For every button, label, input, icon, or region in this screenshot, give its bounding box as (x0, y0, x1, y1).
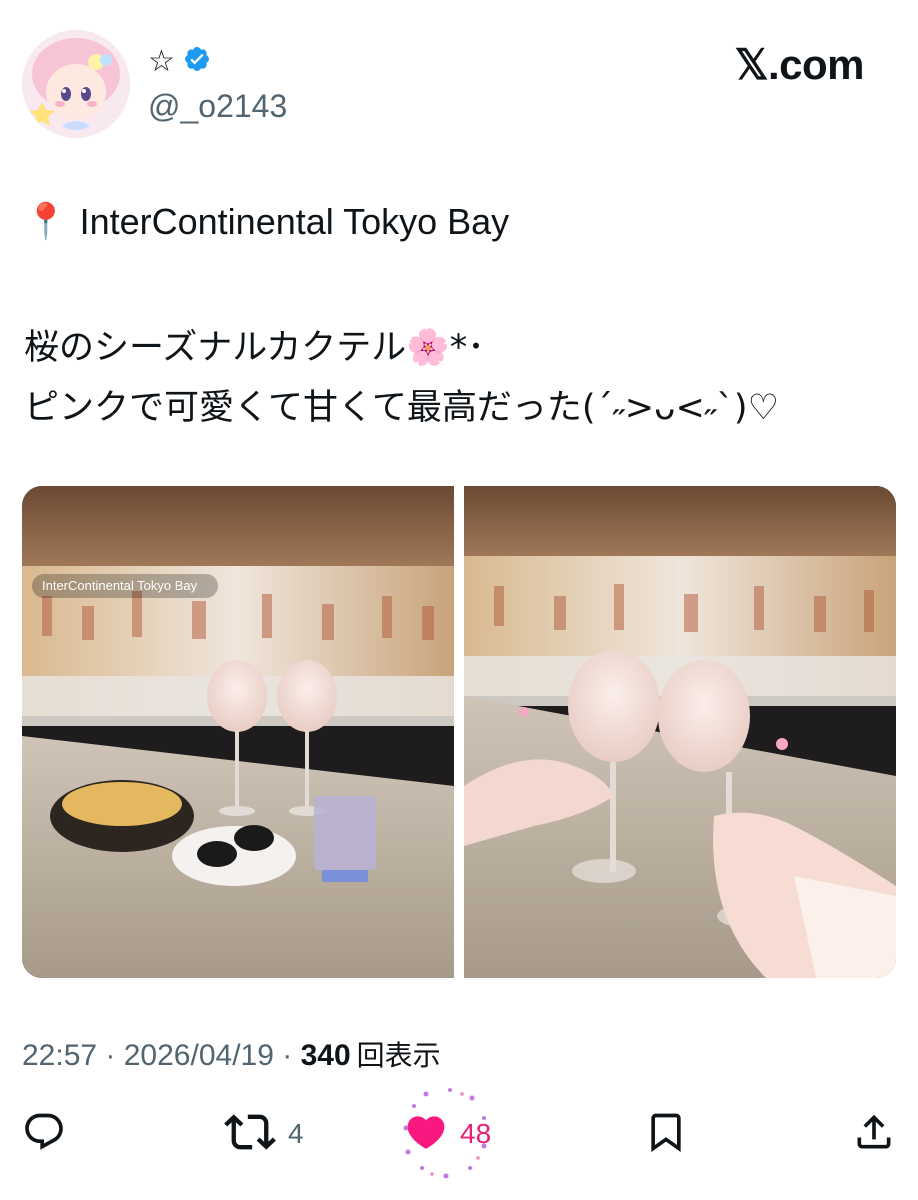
like-count: 48 (460, 1118, 492, 1149)
views-label: 回表示 (356, 1039, 441, 1072)
post-time[interactable]: 22:57 (22, 1039, 97, 1073)
post-text-line2: ピンクで可愛くて甘くて最高だった(ˊ˶>ᴗ<˶ˋ)♡ (24, 388, 779, 428)
views-count: 340 (300, 1039, 351, 1072)
post-location-line: 📍 InterContinental Tokyo Bay (24, 200, 884, 244)
photo-location-label: InterContinental Tokyo Bay (42, 578, 198, 593)
share-icon (852, 1110, 896, 1159)
photo-cocktail-toast[interactable] (464, 486, 896, 978)
bookmark-icon (644, 1110, 688, 1159)
share-button[interactable] (852, 1108, 896, 1160)
pushpin-icon: 📍 (24, 202, 68, 242)
retweet-icon (224, 1106, 276, 1163)
post-text-line1: 桜のシーズナルカクテル 🌸 *･ (24, 326, 884, 370)
meta-separator-1: · (97, 1039, 124, 1072)
heart-icon (404, 1110, 448, 1159)
reply-button[interactable] (22, 1108, 66, 1160)
photo-cocktails-with-fries[interactable]: InterContinental Tokyo Bay (22, 486, 454, 978)
bookmark-button[interactable] (644, 1108, 688, 1160)
avatar-illustration (22, 30, 130, 138)
post-meta: 22:57 · 2026/04/19 · 340 回表示 (22, 1034, 441, 1074)
display-name[interactable]: ☆ (148, 44, 211, 78)
x-logo[interactable]: 𝕏.com (735, 40, 865, 89)
like-button[interactable]: 48 (403, 1088, 492, 1179)
post-date[interactable]: 2026/04/19 (124, 1039, 274, 1073)
location-text: InterContinental Tokyo Bay (79, 201, 510, 242)
post-text-line1-text: 桜のシーズナルカクテル (24, 328, 407, 368)
post-text-line1-suffix: *･ (449, 328, 485, 368)
retweet-button[interactable]: 4 (224, 1108, 304, 1160)
reply-icon (22, 1110, 66, 1159)
meta-separator-2: · (273, 1039, 301, 1072)
verified-badge-icon (183, 45, 211, 78)
avatar[interactable] (22, 30, 130, 138)
cherry-blossom-icon: 🌸 (406, 328, 450, 368)
user-handle[interactable]: @_o2143 (148, 88, 287, 125)
retweet-count: 4 (288, 1118, 304, 1149)
display-name-text: ☆ (148, 44, 175, 78)
